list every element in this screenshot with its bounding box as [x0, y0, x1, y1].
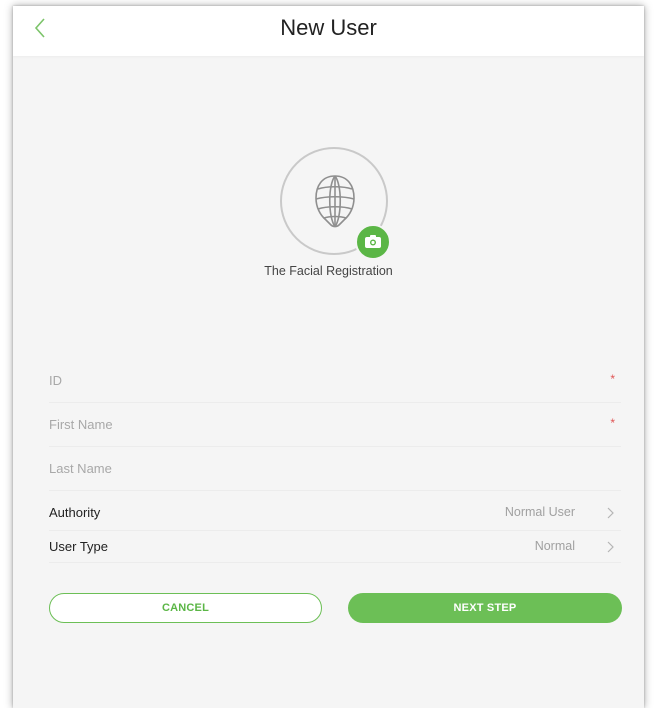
user-type-label: User Type	[49, 539, 109, 554]
camera-button[interactable]	[355, 224, 391, 260]
user-type-row[interactable]: User Type Normal	[49, 530, 621, 563]
facial-registration-button[interactable]	[280, 147, 392, 260]
cancel-button[interactable]: CANCEL	[49, 593, 322, 623]
frame: New User The Facial Registration ID * Fi…	[0, 0, 654, 708]
facial-registration-caption: The Facial Registration	[264, 264, 393, 278]
authority-row[interactable]: Authority Normal User	[49, 492, 621, 531]
required-mark: *	[610, 416, 615, 430]
required-mark: *	[610, 372, 615, 386]
authority-label: Authority	[49, 505, 101, 520]
chevron-right-icon	[607, 541, 614, 553]
face-mesh-icon	[315, 175, 355, 228]
page-title: New User	[280, 15, 377, 40]
authority-value: Normal User	[504, 505, 575, 519]
last-name-label: Last Name	[49, 461, 112, 476]
first-name-label: First Name	[49, 417, 113, 432]
camera-icon	[365, 235, 381, 248]
next-step-button[interactable]: NEXT STEP	[348, 593, 622, 623]
app-screen: New User The Facial Registration ID * Fi…	[13, 6, 644, 708]
user-type-value: Normal	[534, 539, 575, 553]
last-name-field[interactable]: Last Name	[49, 448, 621, 491]
id-label: ID	[49, 373, 62, 388]
chevron-right-icon	[607, 507, 614, 519]
header-bar: New User	[13, 6, 644, 56]
id-field[interactable]: ID *	[49, 360, 621, 403]
first-name-field[interactable]: First Name *	[49, 404, 621, 447]
